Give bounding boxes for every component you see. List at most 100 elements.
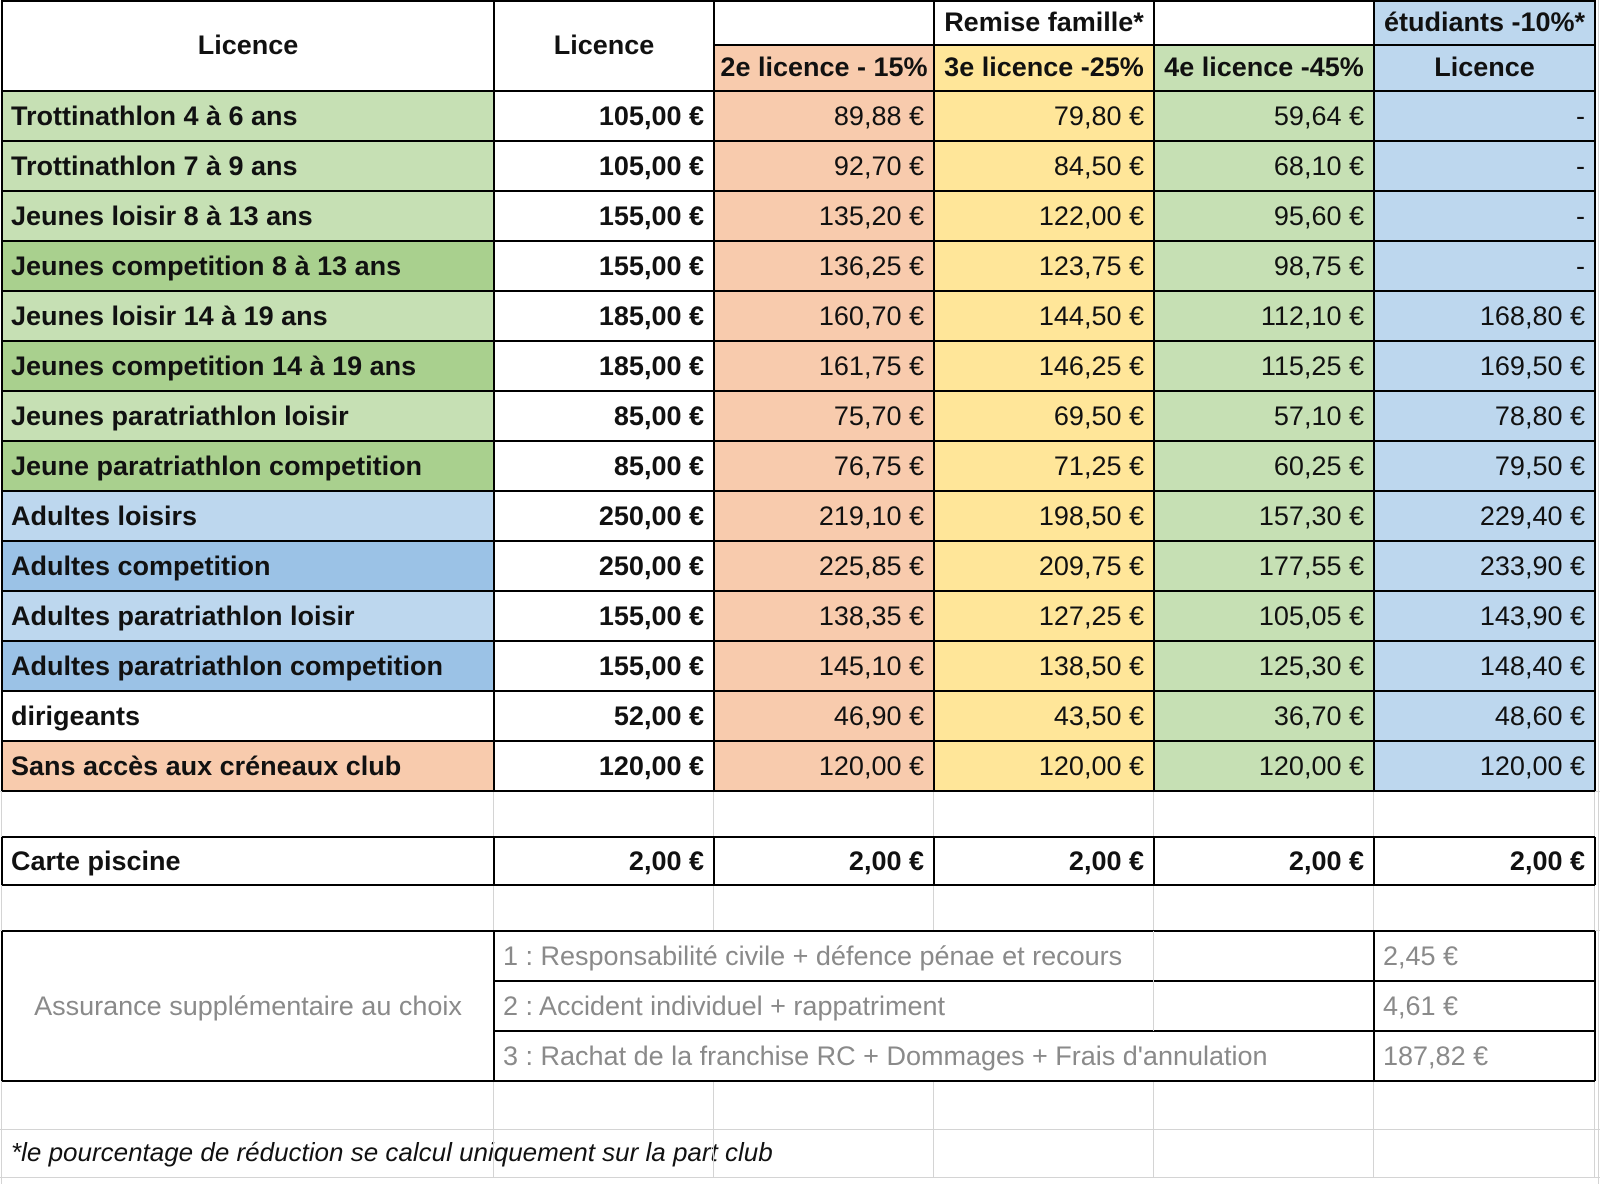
row-etudiant[interactable]: 229,40 € <box>1374 491 1595 541</box>
piscine-value[interactable]: 2,00 € <box>1154 837 1374 885</box>
row-etudiant[interactable]: - <box>1374 241 1595 291</box>
row-label[interactable]: dirigeants <box>2 691 494 741</box>
row-remise-4e[interactable]: 120,00 € <box>1154 741 1374 791</box>
row-licence[interactable]: 185,00 € <box>494 291 714 341</box>
row-remise-2e[interactable]: 138,35 € <box>714 591 934 641</box>
row-etudiant[interactable]: 148,40 € <box>1374 641 1595 691</box>
row-remise-3e[interactable]: 138,50 € <box>934 641 1154 691</box>
row-remise-3e[interactable]: 69,50 € <box>934 391 1154 441</box>
row-licence[interactable]: 155,00 € <box>494 591 714 641</box>
row-etudiant[interactable]: 48,60 € <box>1374 691 1595 741</box>
row-licence[interactable]: 155,00 € <box>494 241 714 291</box>
row-etudiant[interactable]: 233,90 € <box>1374 541 1595 591</box>
piscine-value[interactable]: 2,00 € <box>1374 837 1595 885</box>
row-remise-4e[interactable]: 105,05 € <box>1154 591 1374 641</box>
row-remise-4e[interactable]: 125,30 € <box>1154 641 1374 691</box>
piscine-value[interactable]: 2,00 € <box>934 837 1154 885</box>
row-label[interactable]: Adultes competition <box>2 541 494 591</box>
row-remise-3e[interactable]: 79,80 € <box>934 91 1154 141</box>
row-remise-4e[interactable]: 36,70 € <box>1154 691 1374 741</box>
row-etudiant[interactable]: 78,80 € <box>1374 391 1595 441</box>
row-remise-3e[interactable]: 71,25 € <box>934 441 1154 491</box>
row-remise-2e[interactable]: 92,70 € <box>714 141 934 191</box>
row-label[interactable]: Jeunes paratriathlon loisir <box>2 391 494 441</box>
row-licence[interactable]: 85,00 € <box>494 391 714 441</box>
piscine-value[interactable]: 2,00 € <box>714 837 934 885</box>
row-etudiant[interactable]: 143,90 € <box>1374 591 1595 641</box>
row-licence[interactable]: 155,00 € <box>494 191 714 241</box>
row-licence[interactable]: 85,00 € <box>494 441 714 491</box>
row-remise-3e[interactable]: 120,00 € <box>934 741 1154 791</box>
row-remise-4e[interactable]: 98,75 € <box>1154 241 1374 291</box>
row-licence[interactable]: 120,00 € <box>494 741 714 791</box>
row-licence[interactable]: 105,00 € <box>494 91 714 141</box>
header-etudiants-licence[interactable]: Licence <box>1374 44 1595 91</box>
row-remise-4e[interactable]: 60,25 € <box>1154 441 1374 491</box>
row-label[interactable]: Jeunes competition 14 à 19 ans <box>2 341 494 391</box>
row-licence[interactable]: 185,00 € <box>494 341 714 391</box>
row-etudiant[interactable]: 79,50 € <box>1374 441 1595 491</box>
header-licence-type[interactable]: Licence <box>2 0 494 91</box>
assurance-price[interactable]: 2,45 € <box>1374 931 1595 981</box>
row-etudiant[interactable]: - <box>1374 141 1595 191</box>
row-label[interactable]: Adultes paratriathlon competition <box>2 641 494 691</box>
row-remise-3e[interactable]: 146,25 € <box>934 341 1154 391</box>
row-remise-3e[interactable]: 198,50 € <box>934 491 1154 541</box>
header-remise-3e[interactable]: 3e licence -25% <box>934 44 1154 91</box>
row-remise-4e[interactable]: 177,55 € <box>1154 541 1374 591</box>
row-label[interactable]: Trottinathlon 4 à 6 ans <box>2 91 494 141</box>
row-etudiant[interactable]: 168,80 € <box>1374 291 1595 341</box>
assurance-option[interactable]: 2 : Accident individuel + rappatriment <box>494 981 1374 1031</box>
piscine-value[interactable]: 2,00 € <box>494 837 714 885</box>
row-remise-4e[interactable]: 57,10 € <box>1154 391 1374 441</box>
row-remise-2e[interactable]: 136,25 € <box>714 241 934 291</box>
row-remise-2e[interactable]: 225,85 € <box>714 541 934 591</box>
row-remise-4e[interactable]: 95,60 € <box>1154 191 1374 241</box>
row-remise-2e[interactable]: 160,70 € <box>714 291 934 341</box>
row-label[interactable]: Trottinathlon 7 à 9 ans <box>2 141 494 191</box>
header-etudiants[interactable]: étudiants -10%* <box>1374 0 1595 44</box>
row-remise-4e[interactable]: 115,25 € <box>1154 341 1374 391</box>
row-remise-3e[interactable]: 127,25 € <box>934 591 1154 641</box>
row-etudiant[interactable]: 169,50 € <box>1374 341 1595 391</box>
row-remise-2e[interactable]: 135,20 € <box>714 191 934 241</box>
row-remise-4e[interactable]: 59,64 € <box>1154 91 1374 141</box>
row-label[interactable]: Jeune paratriathlon competition <box>2 441 494 491</box>
row-licence[interactable]: 52,00 € <box>494 691 714 741</box>
assurance-price[interactable]: 4,61 € <box>1374 981 1595 1031</box>
row-licence[interactable]: 250,00 € <box>494 491 714 541</box>
row-etudiant[interactable]: - <box>1374 191 1595 241</box>
row-remise-2e[interactable]: 46,90 € <box>714 691 934 741</box>
row-label[interactable]: Jeunes competition 8 à 13 ans <box>2 241 494 291</box>
row-remise-3e[interactable]: 84,50 € <box>934 141 1154 191</box>
row-etudiant[interactable]: - <box>1374 91 1595 141</box>
row-licence[interactable]: 105,00 € <box>494 141 714 191</box>
row-remise-2e[interactable]: 161,75 € <box>714 341 934 391</box>
row-etudiant[interactable]: 120,00 € <box>1374 741 1595 791</box>
row-licence[interactable]: 155,00 € <box>494 641 714 691</box>
row-remise-3e[interactable]: 43,50 € <box>934 691 1154 741</box>
row-remise-2e[interactable]: 75,70 € <box>714 391 934 441</box>
row-label[interactable]: Adultes loisirs <box>2 491 494 541</box>
header-remise-famille[interactable]: Remise famille* <box>714 0 1374 44</box>
assurance-price[interactable]: 187,82 € <box>1374 1031 1595 1081</box>
assurance-option[interactable]: 1 : Responsabilité civile + défence péna… <box>494 931 1374 981</box>
row-licence[interactable]: 250,00 € <box>494 541 714 591</box>
row-remise-3e[interactable]: 209,75 € <box>934 541 1154 591</box>
row-label[interactable]: Sans accès aux créneaux club <box>2 741 494 791</box>
row-remise-2e[interactable]: 89,88 € <box>714 91 934 141</box>
assurance-option[interactable]: 3 : Rachat de la franchise RC + Dommages… <box>494 1031 1374 1081</box>
row-remise-2e[interactable]: 145,10 € <box>714 641 934 691</box>
row-remise-3e[interactable]: 122,00 € <box>934 191 1154 241</box>
row-remise-4e[interactable]: 112,10 € <box>1154 291 1374 341</box>
assurance-label[interactable]: Assurance supplémentaire au choix <box>2 931 494 1081</box>
row-remise-2e[interactable]: 120,00 € <box>714 741 934 791</box>
row-label[interactable]: Adultes paratriathlon loisir <box>2 591 494 641</box>
row-remise-4e[interactable]: 157,30 € <box>1154 491 1374 541</box>
row-remise-2e[interactable]: 76,75 € <box>714 441 934 491</box>
footnote[interactable]: *le pourcentage de réduction se calcul u… <box>2 1127 1154 1177</box>
row-remise-3e[interactable]: 144,50 € <box>934 291 1154 341</box>
header-remise-4e[interactable]: 4e licence -45% <box>1154 44 1374 91</box>
piscine-label[interactable]: Carte piscine <box>2 837 494 885</box>
row-label[interactable]: Jeunes loisir 8 à 13 ans <box>2 191 494 241</box>
